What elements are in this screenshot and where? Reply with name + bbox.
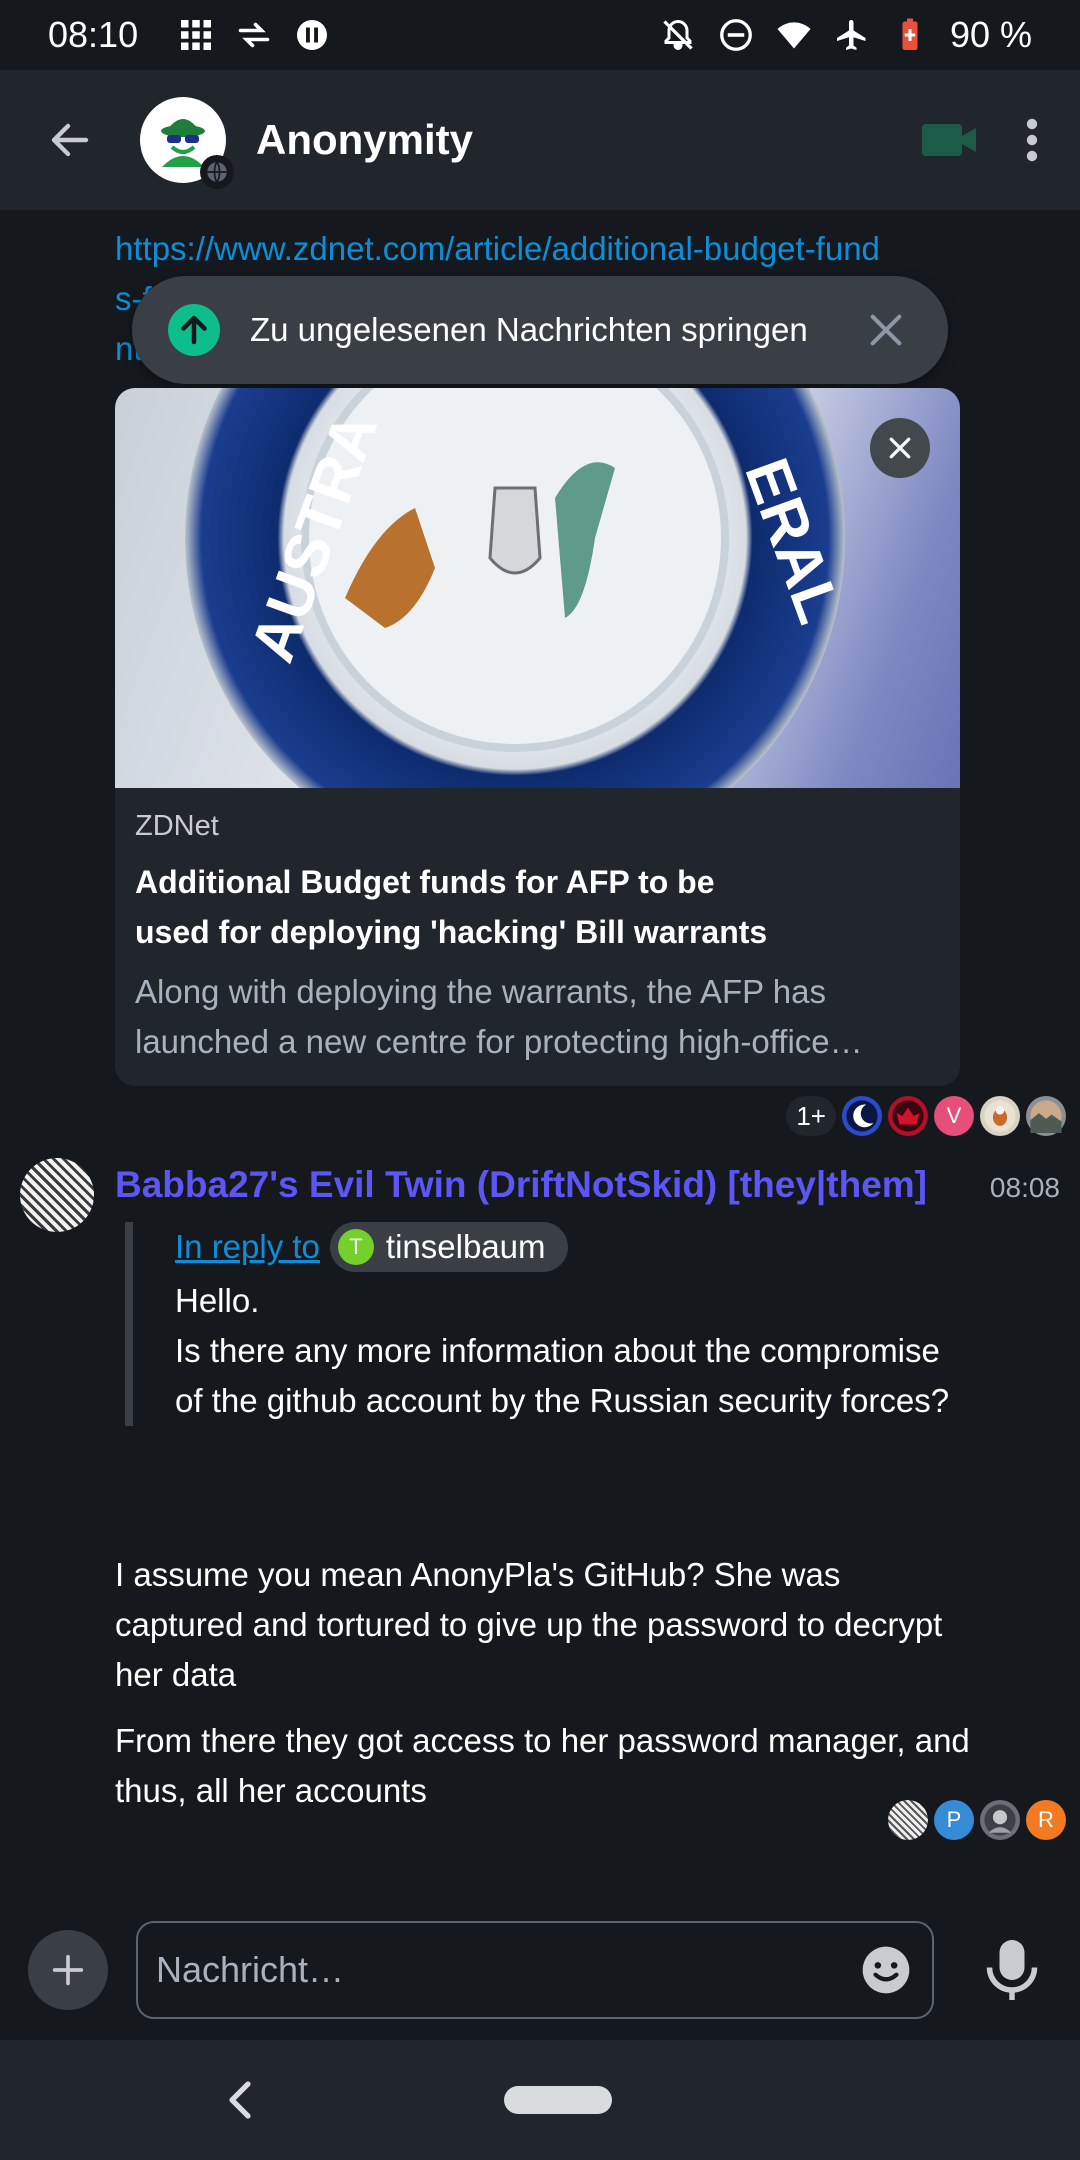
arrow-back-icon [51,123,89,157]
emoji-icon[interactable] [858,1942,914,1998]
grid-app-icon [181,20,212,50]
room-title[interactable]: Anonymity [256,116,473,164]
message-input[interactable] [156,1949,858,1991]
read-receipt-avatar [888,1800,928,1840]
message-composer [0,1900,1080,2040]
user-pill-name: tinselbaum [385,1228,546,1265]
message-body[interactable]: I assume you mean AnonyPla's GitHub? She… [115,1550,975,1700]
battery-saver-icon [902,18,918,50]
read-receipts-top[interactable]: 1+ V [786,1096,1066,1136]
status-bar: 08:10 90 % [0,0,1080,70]
close-icon [889,437,911,459]
wifi-icon [777,22,811,49]
jump-to-unread-label: Zu ungelesenen Nachrichten springen [250,311,808,348]
preview-title: Additional Budget funds for AFP to be us… [135,864,768,950]
jump-to-unread-banner[interactable]: Zu ungelesenen Nachrichten springen [132,276,948,384]
room-avatar[interactable] [140,97,234,189]
message-input-box[interactable] [136,1921,934,2019]
url-preview-card[interactable]: AUSTRA ERAL ZDNet Additional Budget fund… [115,388,960,1086]
preview-image[interactable]: AUSTRA ERAL [115,388,960,788]
reply-header: In reply to T tinselbaum [175,1222,965,1272]
globe-icon [207,161,227,183]
preview-site-name: ZDNet [135,810,219,842]
microphone-icon [986,1940,1038,2000]
vpn-key-icon [297,20,328,50]
user-pill[interactable]: T tinselbaum [329,1222,568,1272]
plus-icon [52,1954,84,1986]
moon-icon [846,1100,878,1132]
read-receipt-avatar: V [934,1096,974,1136]
message-timeline[interactable]: https://www.zdnet.com/article/additional… [0,210,1080,1900]
read-receipt-avatar [1026,1096,1066,1136]
nav-back-icon[interactable] [220,2076,260,2124]
nav-home-button[interactable] [504,2086,612,2114]
afp-badge-image: AUSTRA ERAL [185,388,854,788]
read-receipt-avatar [842,1096,882,1136]
quoted-message: Hello. Is there any more information abo… [175,1282,950,1419]
public-room-badge [200,155,234,189]
notifications-off-icon [663,19,693,50]
arrow-up-icon [168,304,220,356]
read-receipts-more: 1+ [786,1096,836,1136]
more-options-icon[interactable] [1024,115,1040,165]
read-receipt-avatar [980,1096,1020,1136]
preview-description: Along with deploying the warrants, the A… [135,973,830,1060]
photo-avatar-icon [984,1804,1016,1836]
sender-avatar[interactable] [20,1158,94,1232]
do-not-disturb-icon [720,19,752,51]
bird-icon [984,1100,1016,1132]
message-body[interactable]: From there they got access to her passwo… [115,1716,975,1816]
user-pill-avatar: T [337,1229,374,1265]
read-receipt-avatar: P [934,1800,974,1840]
monster-icon [892,1100,924,1132]
data-transfer-icon [238,22,270,48]
read-receipts-bottom[interactable]: P R [888,1800,1066,1840]
voice-message-button[interactable] [982,1930,1042,2010]
battery-level: 90 % [949,14,1032,55]
airplane-mode-icon [836,20,866,50]
message-time: 08:08 [989,1172,1060,1203]
dismiss-jump-button[interactable] [856,300,916,360]
close-preview-button[interactable] [870,418,930,478]
read-receipt-avatar [888,1096,928,1136]
sender-name[interactable]: Babba27's Evil Twin (DriftNotSkid) [they… [115,1164,935,1206]
reply-quote[interactable]: In reply to T tinselbaum Hello. Is there… [125,1222,965,1426]
status-time: 08:10 [48,14,139,55]
room-header: Anonymity [0,70,1080,210]
read-receipt-avatar: R [1026,1800,1066,1840]
in-reply-to-link[interactable]: In reply to [175,1228,320,1266]
attach-button[interactable] [28,1930,108,2010]
system-navigation-bar [0,2040,1080,2160]
read-receipt-avatar [980,1800,1020,1840]
video-call-icon[interactable] [920,120,980,160]
close-icon [870,314,902,346]
back-button[interactable] [0,70,140,210]
landscape-icon [1030,1100,1062,1133]
